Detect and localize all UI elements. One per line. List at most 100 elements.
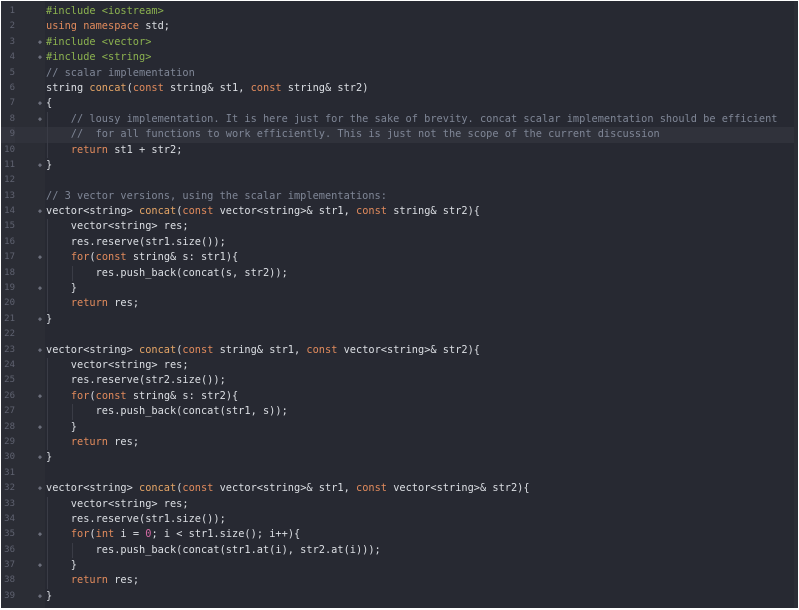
- fold-marker-icon[interactable]: ◆: [36, 343, 44, 358]
- fold-marker-icon[interactable]: ◆: [36, 96, 44, 111]
- code-line[interactable]: 36 res.push_back(concat(str1.at(i), str2…: [1, 542, 798, 559]
- code-line[interactable]: 30 ◆}: [1, 450, 798, 465]
- code-text: return res;: [46, 435, 139, 450]
- code-line[interactable]: 14 ◆ vector<string> concat(const vector<st…: [1, 204, 798, 219]
- code-line[interactable]: 13 // 3 vector versions, using the scalar…: [1, 189, 798, 204]
- code-token: #include <iostream>: [46, 5, 164, 17]
- line-number: 39: [4, 590, 15, 601]
- fold-marker-icon[interactable]: ◆: [36, 50, 44, 65]
- code-text: res.push_back(concat(str1, s));: [46, 404, 288, 419]
- code-token: vector<string> res;: [46, 220, 189, 233]
- code-line[interactable]: 1 #include <iostream>: [1, 4, 798, 19]
- code-line[interactable]: 11 ◆}: [1, 158, 798, 173]
- line-number: 12: [4, 175, 15, 186]
- code-line[interactable]: 28 ◆ }: [1, 419, 798, 435]
- code-token: }: [46, 282, 77, 295]
- line-number: 37: [4, 560, 15, 571]
- code-line[interactable]: 10 return st1 + str2;: [1, 142, 798, 158]
- line-number: 31: [4, 467, 15, 478]
- code-token: }: [46, 420, 77, 433]
- code-line[interactable]: 26 ◆ for(const string& s: str2){: [1, 388, 798, 405]
- line-number: 27: [4, 406, 15, 417]
- code-line[interactable]: 31: [1, 466, 798, 481]
- code-line[interactable]: 27 res.push_back(concat(str1, s));: [1, 404, 798, 420]
- code-token: string: [46, 81, 90, 94]
- code-line[interactable]: 6 string concat(const string& st1, const …: [1, 81, 798, 96]
- code-line[interactable]: 34 res.reserve(str1.size());: [1, 511, 798, 528]
- code-lines[interactable]: 1 #include <iostream> 2 using namespace std…: [1, 4, 798, 604]
- code-line[interactable]: 9 // for all functions to work efficient…: [1, 127, 798, 143]
- code-text: string concat(const string& st1, const s…: [46, 81, 368, 96]
- vertical-scrollbar[interactable]: [794, 1, 798, 608]
- code-line[interactable]: 3 ◆ #include <vector>: [1, 35, 798, 50]
- fold-marker-icon[interactable]: ◆: [36, 281, 44, 296]
- code-token: }: [46, 559, 77, 572]
- code-token: for: [70, 389, 90, 402]
- code-line[interactable]: 12: [1, 173, 798, 188]
- line-number: 15: [4, 221, 15, 232]
- code-text: }: [46, 158, 52, 173]
- fold-marker-icon[interactable]: ◆: [36, 158, 44, 173]
- code-line[interactable]: 21 ◆}: [1, 312, 798, 327]
- fold-marker-icon[interactable]: ◆: [36, 250, 44, 265]
- code-token: const: [250, 81, 282, 94]
- code-text: }: [46, 558, 77, 573]
- fold-marker-icon[interactable]: ◆: [36, 389, 44, 404]
- code-text: }: [46, 450, 52, 465]
- code-token: res;: [108, 435, 140, 448]
- line-number: 34: [4, 513, 15, 524]
- code-token: st1 + str2;: [108, 143, 183, 156]
- code-line[interactable]: 35 ◆ for(int i = 0; i < str1.size(); i++)…: [1, 527, 798, 543]
- code-line[interactable]: 19 ◆ }: [1, 281, 798, 297]
- code-line[interactable]: 17 ◆ for(const string& s: str1){: [1, 250, 798, 266]
- code-line[interactable]: 15 vector<string> res;: [1, 219, 798, 235]
- code-token: }: [46, 158, 53, 171]
- code-line[interactable]: 32 ◆ vector<string> concat(const vector<st…: [1, 481, 798, 496]
- line-number: 13: [4, 190, 15, 201]
- fold-marker-icon[interactable]: ◆: [36, 312, 44, 327]
- line-number: 10: [4, 144, 15, 155]
- fold-marker-icon[interactable]: ◆: [36, 204, 44, 219]
- code-line[interactable]: 24 vector<string> res;: [1, 357, 798, 374]
- code-text: }: [46, 589, 52, 604]
- code-line[interactable]: 29 return res;: [1, 434, 798, 451]
- fold-marker-icon[interactable]: ◆: [36, 450, 44, 465]
- code-line[interactable]: 16 res.reserve(str1.size());: [1, 234, 798, 251]
- line-number: 4: [9, 52, 15, 63]
- code-line[interactable]: 5 // scalar implementation: [1, 66, 798, 81]
- code-line[interactable]: 23 ◆ vector<string> concat(const string& s…: [1, 343, 798, 358]
- code-line[interactable]: 18 res.push_back(concat(s, str2));: [1, 265, 798, 282]
- fold-marker-icon[interactable]: ◆: [36, 35, 44, 50]
- fold-marker-icon[interactable]: ◆: [36, 527, 44, 542]
- line-number: 35: [4, 529, 15, 540]
- fold-marker-icon[interactable]: ◆: [36, 558, 44, 573]
- code-editor[interactable]: 1 #include <iostream> 2 using namespace std…: [1, 1, 798, 608]
- code-line[interactable]: 8 ◆ // lousy implementation. It is here j…: [1, 111, 798, 128]
- code-line[interactable]: 39 ◆}: [1, 589, 798, 604]
- code-line[interactable]: 25 res.reserve(str2.size());: [1, 373, 798, 389]
- fold-marker-icon[interactable]: ◆: [36, 481, 44, 496]
- line-number: 18: [4, 267, 15, 278]
- code-line[interactable]: 33 vector<string> res;: [1, 496, 798, 512]
- fold-marker-icon[interactable]: ◆: [36, 420, 44, 435]
- line-number: 22: [4, 329, 15, 340]
- code-line[interactable]: 4 ◆ #include <string>: [1, 50, 798, 65]
- fold-marker-icon[interactable]: ◆: [36, 589, 44, 604]
- code-line[interactable]: 20 return res;: [1, 296, 798, 312]
- code-token: string& str2){: [387, 205, 480, 218]
- code-token: vector<string>& str2){: [387, 482, 530, 495]
- code-line[interactable]: 37 ◆ }: [1, 558, 798, 574]
- code-line[interactable]: 2 using namespace std;: [1, 19, 798, 34]
- code-text: res.reserve(str2.size());: [46, 373, 226, 388]
- code-token: return: [70, 435, 109, 448]
- code-line[interactable]: 22: [1, 327, 798, 342]
- code-token: string& str1,: [213, 343, 307, 356]
- code-line[interactable]: 7 ◆{: [1, 96, 798, 111]
- fold-marker-icon[interactable]: ◆: [36, 112, 44, 127]
- code-line[interactable]: 38 return res;: [1, 573, 798, 589]
